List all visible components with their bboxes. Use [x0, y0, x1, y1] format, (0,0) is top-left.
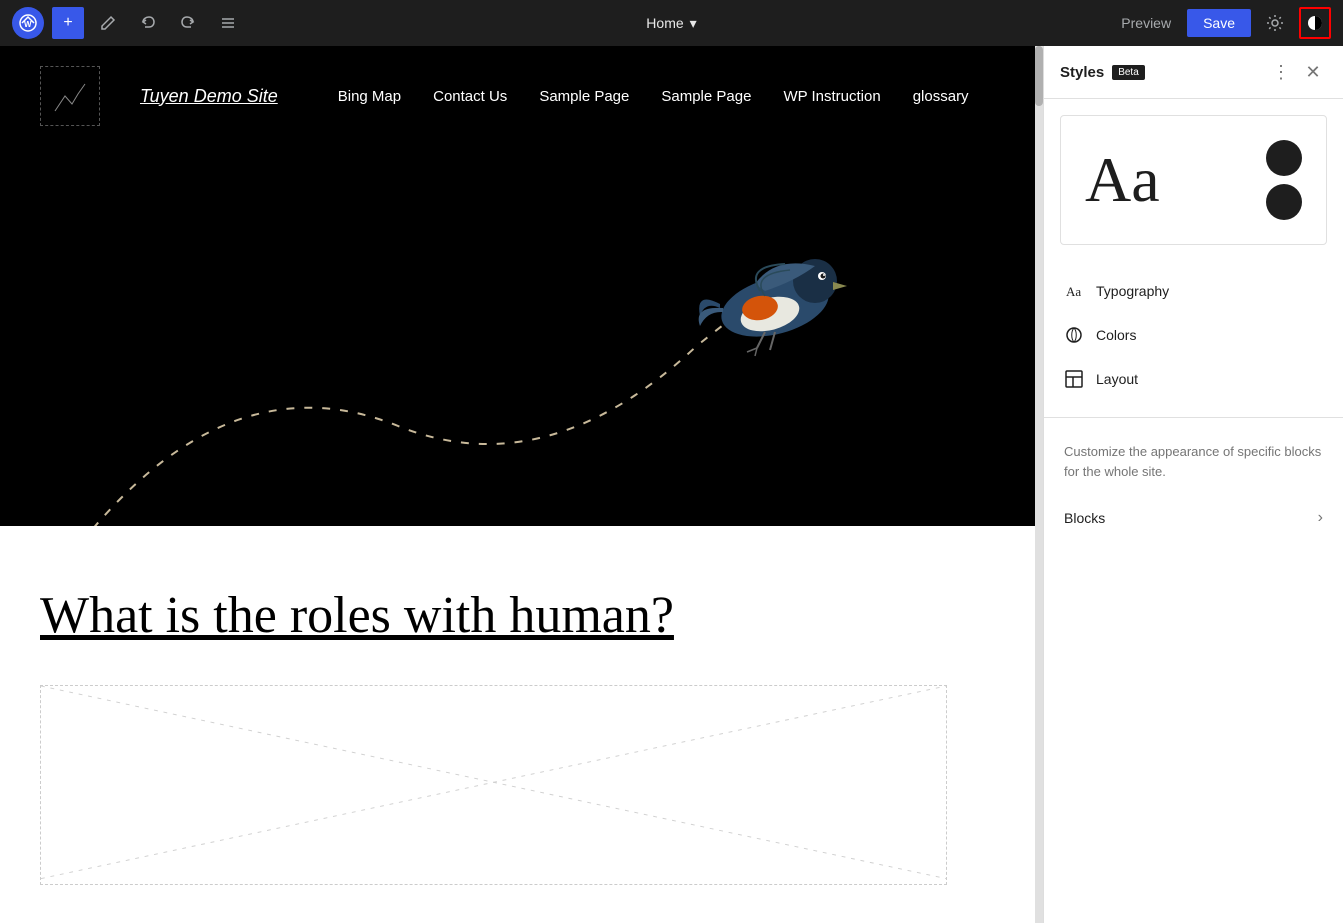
colors-item[interactable]: Colors: [1044, 313, 1343, 357]
blocks-row[interactable]: Blocks ›: [1044, 497, 1343, 539]
panel-more-button[interactable]: ⋮: [1267, 58, 1295, 86]
nav-item-wp-instruction[interactable]: WP Instruction: [783, 88, 880, 105]
hero-area: [0, 146, 1035, 526]
nav-item-bing-map[interactable]: Bing Map: [338, 88, 401, 105]
typography-icon: Aa: [1064, 281, 1084, 301]
typography-label: Typography: [1096, 283, 1169, 299]
layout-icon: [1064, 369, 1084, 389]
blocks-label: Blocks: [1064, 510, 1105, 526]
panel-header-actions: ⋮ ✕: [1267, 58, 1327, 86]
edit-button[interactable]: [92, 7, 124, 39]
home-label: Home: [646, 15, 683, 31]
site-preview: Tuyen Demo Site Bing Map Contact Us Samp…: [0, 46, 1035, 923]
site-logo: [40, 66, 100, 126]
wp-logo[interactable]: W: [12, 7, 44, 39]
panel-title: Styles: [1060, 64, 1104, 81]
content-area: What is the roles with human?: [0, 526, 1035, 923]
styles-button[interactable]: [1299, 7, 1331, 39]
list-view-button[interactable]: [212, 7, 244, 39]
layout-item[interactable]: Layout: [1044, 357, 1343, 401]
main-area: Tuyen Demo Site Bing Map Contact Us Samp…: [0, 46, 1343, 923]
site-title: Tuyen Demo Site: [140, 86, 278, 107]
preview-button[interactable]: Preview: [1113, 9, 1179, 37]
settings-button[interactable]: [1259, 7, 1291, 39]
style-preview-text: Aa: [1085, 148, 1160, 212]
dot-2: [1266, 184, 1302, 220]
chevron-right-icon: ›: [1318, 509, 1323, 527]
site-nav: Bing Map Contact Us Sample Page Sample P…: [338, 88, 969, 105]
colors-label: Colors: [1096, 327, 1136, 343]
save-button[interactable]: Save: [1187, 9, 1251, 37]
svg-text:W: W: [24, 20, 32, 29]
toolbar-right: Preview Save: [1113, 7, 1331, 39]
nav-item-contact-us[interactable]: Contact Us: [433, 88, 507, 105]
home-button[interactable]: Home ▾: [646, 15, 696, 32]
bird-illustration: [685, 236, 865, 366]
layout-label: Layout: [1096, 371, 1138, 387]
svg-text:Aa: Aa: [1066, 284, 1081, 299]
hero-curve-svg: [0, 146, 1035, 526]
beta-badge: Beta: [1112, 65, 1145, 80]
content-placeholder: [40, 685, 947, 885]
panel-close-button[interactable]: ✕: [1299, 58, 1327, 86]
dot-1: [1266, 140, 1302, 176]
redo-button[interactable]: [172, 7, 204, 39]
canvas-scroll-thumb: [1035, 46, 1043, 106]
add-block-button[interactable]: +: [52, 7, 84, 39]
site-header: Tuyen Demo Site Bing Map Contact Us Samp…: [0, 46, 1035, 146]
chevron-down-icon: ▾: [690, 15, 697, 32]
undo-button[interactable]: [132, 7, 164, 39]
nav-item-sample-page-1[interactable]: Sample Page: [539, 88, 629, 105]
canvas-area[interactable]: Tuyen Demo Site Bing Map Contact Us Samp…: [0, 46, 1035, 923]
panel-divider: [1044, 417, 1343, 418]
panel-header: Styles Beta ⋮ ✕: [1044, 46, 1343, 99]
colors-icon: [1064, 325, 1084, 345]
style-preview-dots: [1266, 140, 1302, 220]
nav-item-sample-page-2[interactable]: Sample Page: [661, 88, 751, 105]
placeholder-lines-svg: [41, 686, 946, 879]
content-heading: What is the roles with human?: [40, 586, 995, 645]
typography-item[interactable]: Aa Typography: [1044, 269, 1343, 313]
panel-description: Customize the appearance of specific blo…: [1044, 426, 1343, 497]
style-preview-card: Aa: [1060, 115, 1327, 245]
nav-item-glossary[interactable]: glossary: [913, 88, 969, 105]
toolbar: W + Home ▾ Preview Save: [0, 0, 1343, 46]
styles-panel: Styles Beta ⋮ ✕ Aa Aa: [1043, 46, 1343, 923]
canvas-scroll-track[interactable]: [1035, 46, 1043, 923]
panel-items: Aa Typography Colors: [1044, 261, 1343, 409]
